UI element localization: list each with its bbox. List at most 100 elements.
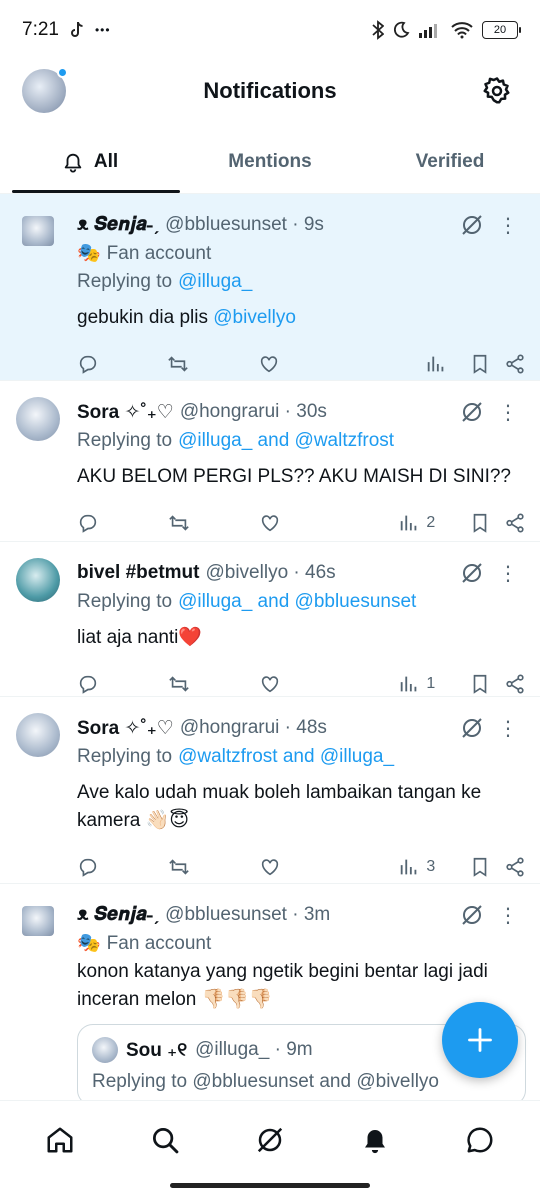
nav-grok[interactable] bbox=[250, 1120, 290, 1160]
author-name[interactable]: ᴥ 𝑺𝒆𝒏𝒋𝒂˗ˏ bbox=[77, 214, 159, 236]
share-icon bbox=[506, 513, 524, 533]
views-icon bbox=[401, 676, 417, 692]
status-time: 7:21 bbox=[22, 19, 59, 40]
bookmark-button[interactable] bbox=[469, 353, 504, 375]
mention-link[interactable]: @bivellyo bbox=[213, 307, 296, 328]
like-button[interactable] bbox=[258, 353, 385, 375]
nav-home[interactable] bbox=[40, 1120, 80, 1160]
tweet[interactable]: Sora ✧˚₊♡ @hongrarui · 30s ⋮ Replying to… bbox=[0, 381, 540, 542]
grok-icon[interactable] bbox=[460, 561, 484, 585]
reply-to-link[interactable]: @illuga_ and @bbluesunset bbox=[178, 588, 416, 616]
share-button[interactable] bbox=[504, 353, 526, 375]
author-handle[interactable]: @bbluesunset · 9s bbox=[165, 214, 324, 236]
bookmark-button[interactable] bbox=[469, 512, 504, 534]
like-icon bbox=[261, 676, 278, 693]
retweet-icon bbox=[169, 515, 189, 531]
tweet[interactable]: ᴥ 𝑺𝒆𝒏𝒋𝒂˗ˏ @bbluesunset · 9s ⋮ 🎭 Fan acco… bbox=[0, 194, 540, 381]
views-icon bbox=[401, 859, 417, 875]
tweet[interactable]: Sora ✧˚₊♡ @hongrarui · 48s ⋮ Replying to… bbox=[0, 697, 540, 884]
tab-mentions[interactable]: Mentions bbox=[180, 130, 360, 193]
share-icon bbox=[506, 354, 524, 374]
grok-icon[interactable] bbox=[460, 716, 484, 740]
retweet-button[interactable] bbox=[168, 673, 259, 695]
more-icon[interactable]: ⋮ bbox=[498, 213, 518, 238]
nav-messages[interactable] bbox=[460, 1120, 500, 1160]
views-icon bbox=[427, 356, 444, 372]
views-button[interactable]: 2 bbox=[398, 512, 468, 534]
share-button[interactable] bbox=[504, 673, 526, 695]
nav-search[interactable] bbox=[145, 1120, 185, 1160]
bookmark-button[interactable] bbox=[469, 856, 504, 878]
share-button[interactable] bbox=[504, 856, 526, 878]
reply-to-link[interactable]: @illuga_ bbox=[178, 268, 252, 296]
views-button[interactable] bbox=[425, 353, 469, 375]
avatar[interactable] bbox=[16, 713, 60, 757]
bell-icon bbox=[364, 1130, 385, 1154]
reply-to-link[interactable]: @illuga_ and @waltzfrost bbox=[178, 427, 394, 455]
author-name[interactable]: Sora ✧˚₊♡ bbox=[77, 717, 174, 740]
bookmark-icon bbox=[473, 513, 487, 533]
author-name[interactable]: bivel #betmut bbox=[77, 562, 199, 584]
author-name[interactable]: Sora ✧˚₊♡ bbox=[77, 401, 174, 424]
bookmark-icon bbox=[473, 857, 487, 877]
author-handle[interactable]: @hongrarui · 48s bbox=[180, 717, 327, 739]
status-more: ••• bbox=[94, 23, 111, 37]
reply-prefix: Replying to bbox=[77, 271, 173, 292]
more-icon[interactable]: ⋮ bbox=[498, 400, 518, 425]
compose-button[interactable] bbox=[442, 1002, 518, 1078]
author-handle[interactable]: @hongrarui · 30s bbox=[180, 401, 327, 423]
reply-button[interactable] bbox=[77, 856, 168, 878]
bookmark-icon bbox=[473, 354, 487, 374]
avatar[interactable] bbox=[16, 397, 60, 441]
search-icon bbox=[153, 1128, 179, 1154]
retweet-button[interactable] bbox=[167, 353, 257, 375]
author-name[interactable]: ᴥ 𝑺𝒆𝒏𝒋𝒂˗ˏ bbox=[77, 904, 159, 926]
like-button[interactable] bbox=[259, 673, 387, 695]
more-icon[interactable]: ⋮ bbox=[498, 561, 518, 586]
share-button[interactable] bbox=[504, 512, 526, 534]
author-handle[interactable]: @bbluesunset · 3m bbox=[165, 904, 330, 926]
nav-notifications[interactable] bbox=[355, 1120, 395, 1160]
bluetooth-icon bbox=[372, 20, 384, 40]
messages-icon bbox=[466, 1127, 492, 1153]
fan-account-label: 🎭 Fan account bbox=[77, 240, 526, 268]
replying-to: Replying to @illuga_ bbox=[77, 268, 526, 296]
reply-button[interactable] bbox=[77, 673, 168, 695]
views-button[interactable]: 1 bbox=[398, 673, 468, 695]
like-button[interactable] bbox=[259, 512, 387, 534]
retweet-button[interactable] bbox=[168, 856, 259, 878]
tab-all-label: All bbox=[93, 150, 119, 172]
author-handle[interactable]: @bivellyo · 46s bbox=[205, 562, 335, 584]
retweet-button[interactable] bbox=[168, 512, 259, 534]
status-bar: 7:21 ••• 20 bbox=[0, 0, 540, 60]
avatar[interactable] bbox=[16, 558, 60, 602]
more-icon[interactable]: ⋮ bbox=[498, 716, 518, 741]
tab-all[interactable]: All bbox=[0, 130, 180, 193]
tweet-text-main: gebukin dia plis bbox=[77, 307, 214, 328]
wifi-icon bbox=[451, 22, 473, 39]
reply-button[interactable] bbox=[77, 512, 168, 534]
notifications-feed[interactable]: ᴥ 𝑺𝒆𝒏𝒋𝒂˗ˏ @bbluesunset · 9s ⋮ 🎭 Fan acco… bbox=[0, 194, 540, 1100]
grok-icon bbox=[257, 1127, 283, 1153]
more-icon[interactable]: ⋮ bbox=[498, 903, 518, 928]
grok-icon[interactable] bbox=[460, 400, 484, 424]
reply-button[interactable] bbox=[77, 353, 167, 375]
avatar[interactable] bbox=[22, 216, 54, 246]
reply-to-link[interactable]: @waltzfrost and @illuga_ bbox=[178, 743, 394, 771]
grok-icon[interactable] bbox=[460, 213, 484, 237]
like-icon bbox=[261, 515, 278, 532]
battery-level: 20 bbox=[493, 24, 507, 36]
app-header: Notifications bbox=[0, 60, 540, 122]
tweet-text: gebukin dia plis @bivellyo bbox=[77, 304, 526, 332]
bottom-navigation bbox=[0, 1100, 540, 1200]
views-button[interactable]: 3 bbox=[398, 856, 468, 878]
avatar[interactable] bbox=[22, 906, 54, 936]
retweet-icon bbox=[169, 676, 189, 692]
profile-avatar[interactable] bbox=[22, 67, 68, 113]
tweet[interactable]: bivel #betmut @bivellyo · 46s ⋮ Replying… bbox=[0, 542, 540, 697]
grok-icon[interactable] bbox=[460, 903, 484, 927]
like-button[interactable] bbox=[259, 856, 387, 878]
tab-verified[interactable]: Verified bbox=[360, 130, 540, 193]
settings-icon[interactable] bbox=[482, 76, 512, 106]
bookmark-button[interactable] bbox=[469, 673, 504, 695]
